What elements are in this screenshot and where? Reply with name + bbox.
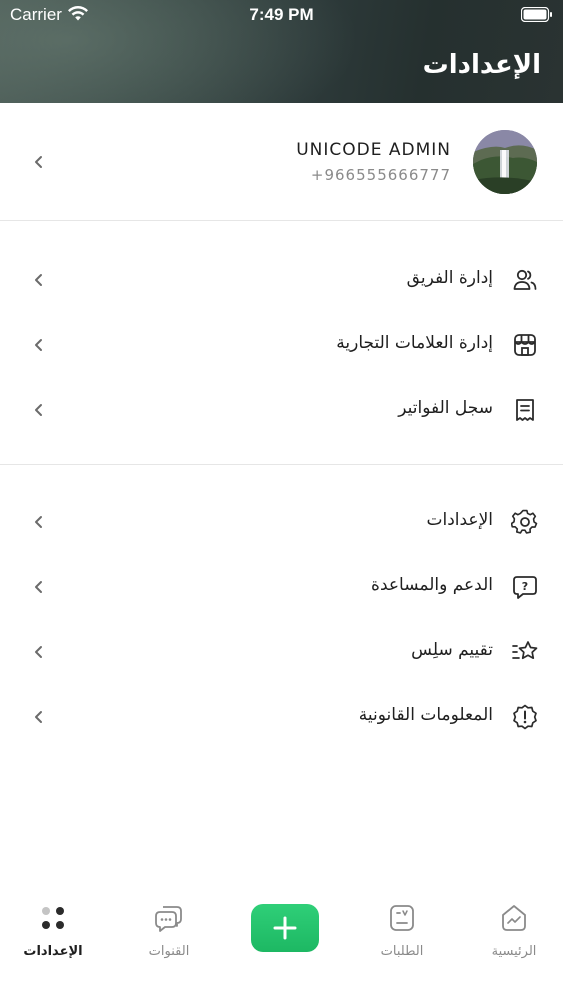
profile-row[interactable]: UNICODE ADMIN +966555666777 — [0, 103, 563, 221]
menu-item-legal-info[interactable]: المعلومات القانونية — [0, 689, 563, 745]
chevron-left-icon — [35, 711, 42, 723]
tab-channels[interactable]: القنوات — [124, 902, 214, 972]
menu-item-label: سجل الفواتير — [398, 398, 493, 418]
help-chat-icon: ? — [513, 576, 537, 599]
storefront-icon — [514, 334, 536, 356]
waterfall-image — [473, 130, 537, 194]
menu-item-label: إدارة الفريق — [406, 268, 493, 288]
add-button[interactable] — [251, 904, 319, 952]
home-icon — [502, 905, 526, 931]
svg-text:?: ? — [522, 580, 528, 593]
plus-icon — [273, 916, 297, 940]
menu-item-support[interactable]: ? الدعم والمساعدة — [0, 559, 563, 615]
chevron-left-icon — [35, 646, 42, 658]
tab-home[interactable]: الرئيسية — [469, 902, 559, 972]
star-rating-icon — [512, 641, 538, 660]
chevron-left-icon — [35, 339, 42, 351]
chevron-left-icon — [35, 581, 42, 593]
gear-icon — [511, 509, 538, 534]
tab-label: الرئيسية — [491, 944, 537, 959]
team-users-icon — [513, 269, 537, 290]
app-header: Carrier 7:49 PM الإعدادات — [0, 0, 563, 103]
grid-dots-icon — [42, 907, 64, 929]
profile-name: UNICODE ADMIN — [296, 140, 451, 160]
receipt-icon — [516, 399, 534, 421]
menu-item-rate-app[interactable]: تقييم سلِس — [0, 624, 563, 680]
bottom-tab-bar: الإعدادات القنوات الطلبات الرئيسية — [0, 880, 563, 1000]
menu-item-label: إدارة العلامات التجارية — [336, 333, 493, 353]
menu-item-invoice-history[interactable]: سجل الفواتير — [0, 382, 563, 438]
profile-phone: +966555666777 — [310, 166, 451, 184]
chevron-left-icon — [35, 274, 42, 286]
page-title: الإعدادات — [422, 50, 541, 80]
battery-icon — [521, 7, 552, 22]
section-divider — [0, 464, 563, 465]
chevron-left-icon — [35, 404, 42, 416]
tab-label: الإعدادات — [23, 944, 83, 959]
menu-item-brand-management[interactable]: إدارة العلامات التجارية — [0, 317, 563, 373]
menu-item-label: تقييم سلِس — [411, 640, 493, 660]
avatar — [473, 130, 537, 194]
tab-label: القنوات — [148, 944, 190, 959]
tab-settings[interactable]: الإعدادات — [8, 902, 98, 972]
menu-item-team-management[interactable]: إدارة الفريق — [0, 252, 563, 308]
status-bar: Carrier 7:49 PM — [0, 0, 563, 30]
menu-item-settings[interactable]: الإعدادات — [0, 494, 563, 550]
menu-item-label: المعلومات القانونية — [358, 705, 493, 725]
tab-orders[interactable]: الطلبات — [357, 902, 447, 972]
info-badge-icon — [513, 704, 537, 730]
tab-label: الطلبات — [380, 944, 424, 959]
chevron-left-icon — [35, 156, 42, 168]
status-time: 7:49 PM — [249, 5, 314, 24]
document-icon — [390, 905, 414, 931]
chevron-left-icon — [35, 516, 42, 528]
menu-item-label: الدعم والمساعدة — [371, 575, 493, 595]
chat-bubbles-icon — [155, 906, 182, 932]
menu-item-label: الإعدادات — [426, 510, 493, 530]
